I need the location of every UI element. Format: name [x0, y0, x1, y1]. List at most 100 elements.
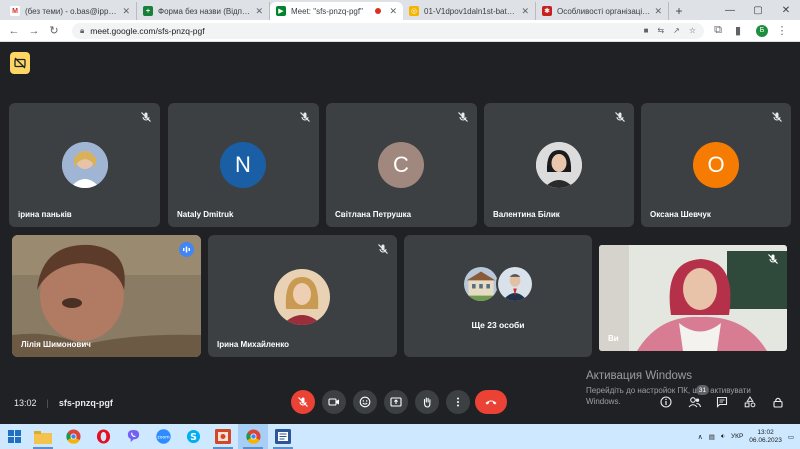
- close-tab-icon[interactable]: ✕: [255, 6, 263, 17]
- gmail-icon: M: [10, 6, 20, 16]
- windows-logo-icon: [7, 430, 21, 443]
- more-vert-icon: [457, 397, 459, 407]
- taskbar-skype[interactable]: S: [178, 424, 208, 449]
- taskbar-chrome[interactable]: [58, 424, 88, 449]
- taskbar-opera[interactable]: [88, 424, 118, 449]
- forward-icon[interactable]: →: [26, 25, 42, 37]
- network-icon[interactable]: ▤: [709, 433, 715, 441]
- translate-icon[interactable]: ⇆: [657, 26, 664, 35]
- tab-form[interactable]: + Форма без назви (Відповіді) ✕: [137, 2, 270, 20]
- show-hidden-icons-icon[interactable]: ∧: [698, 433, 703, 441]
- leave-call-button[interactable]: [475, 390, 507, 414]
- self-view-tile[interactable]: Ви: [599, 245, 787, 351]
- windows-taskbar: zoom S ∧ ▤ 🔉︎ УКР 13:02 06.06.2023 ▭: [0, 424, 800, 449]
- people-button[interactable]: [686, 394, 702, 410]
- menu-kebab-icon[interactable]: ⋮: [774, 24, 790, 37]
- participant-tile[interactable]: С Світлана Петрушка: [326, 103, 477, 227]
- more-participants-tile[interactable]: Ще 23 особи: [404, 235, 592, 357]
- notifications-icon[interactable]: ▭: [788, 433, 794, 441]
- minimize-icon[interactable]: —: [716, 0, 744, 20]
- camera-toggle-button[interactable]: [322, 390, 346, 414]
- recording-indicator-icon: [375, 8, 382, 14]
- tab-site[interactable]: ✱ Особливості організації роботи ✕: [536, 2, 669, 20]
- participant-tile-speaking[interactable]: Лілія Шимонович: [12, 235, 201, 357]
- side-panel-icon[interactable]: ▮: [730, 24, 746, 37]
- lock-icon[interactable]: 🔒︎: [80, 26, 84, 36]
- participant-tile[interactable]: ірина паньків: [9, 103, 160, 227]
- new-tab-button[interactable]: +: [669, 2, 689, 20]
- close-tab-icon[interactable]: ✕: [654, 6, 662, 17]
- skype-icon: S: [186, 429, 200, 444]
- host-controls-button[interactable]: [770, 394, 786, 410]
- close-window-icon[interactable]: ✕: [772, 0, 800, 20]
- window-controls: — ▢ ✕: [716, 0, 800, 20]
- word-icon: [275, 429, 291, 444]
- address-bar[interactable]: 🔒︎ meet.google.com/sfs-pnzq-pgf ■ ⇆ ↗ ☆: [72, 22, 704, 39]
- participant-tile[interactable]: О Оксана Шевчук: [641, 103, 791, 227]
- taskbar-word[interactable]: [268, 424, 298, 449]
- participant-tile[interactable]: Валентина Білик: [484, 103, 634, 227]
- bookmark-star-icon[interactable]: ☆: [689, 26, 696, 35]
- meeting-code[interactable]: sfs-pnzq-pgf: [59, 398, 113, 408]
- mic-off-icon: [300, 112, 310, 122]
- browser-toolbar: ← → ↻ 🔒︎ meet.google.com/sfs-pnzq-pgf ■ …: [0, 20, 800, 42]
- folder-icon: [34, 430, 52, 444]
- hand-icon: [423, 397, 431, 408]
- profile-avatar[interactable]: Б: [756, 24, 768, 37]
- back-icon[interactable]: ←: [6, 25, 22, 37]
- taskbar-clock[interactable]: 13:02 06.06.2023: [749, 429, 782, 445]
- site-icon: ✱: [542, 6, 552, 16]
- tab-title: Форма без назви (Відповіді): [158, 6, 253, 16]
- camera-in-use-icon[interactable]: ■: [644, 26, 649, 35]
- close-tab-icon[interactable]: ✕: [521, 6, 529, 17]
- taskbar-zoom[interactable]: zoom: [148, 424, 178, 449]
- presentation-off-icon[interactable]: [10, 52, 30, 74]
- more-options-button[interactable]: [446, 390, 470, 414]
- language-indicator[interactable]: УКР: [731, 433, 743, 440]
- mic-off-icon: [298, 397, 308, 407]
- close-tab-icon[interactable]: ✕: [122, 6, 130, 17]
- powerpoint-icon: [215, 429, 231, 444]
- participant-tile[interactable]: N Nataly Dmitruk: [168, 103, 319, 227]
- participant-name: Валентина Білик: [493, 210, 560, 219]
- mic-off-icon: [458, 112, 468, 122]
- meeting-details: 13:02 | sfs-pnzq-pgf: [14, 398, 113, 408]
- volume-icon[interactable]: 🔉︎: [721, 433, 725, 441]
- zoom-icon: zoom: [155, 429, 171, 444]
- avatar: [536, 142, 582, 188]
- tab-gmail[interactable]: M (без теми) - o.bas@ippo.edu.ua ✕: [4, 2, 137, 20]
- meeting-time: 13:02: [14, 398, 37, 408]
- chat-icon: [716, 396, 728, 408]
- meeting-info-button[interactable]: [658, 394, 674, 410]
- emoji-icon: [359, 396, 371, 408]
- chat-button[interactable]: [714, 394, 730, 410]
- activities-button[interactable]: [742, 394, 758, 410]
- mic-toggle-button[interactable]: [291, 390, 315, 414]
- present-screen-button[interactable]: [384, 390, 408, 414]
- tab-title: Meet: "sfs-pnzq-pgf": [291, 6, 363, 16]
- tab-title: Особливості організації роботи: [557, 6, 652, 16]
- svg-text:zoom: zoom: [157, 436, 169, 441]
- participant-name: Ірина Михайленко: [217, 340, 289, 349]
- url-text: meet.google.com/sfs-pnzq-pgf: [90, 25, 205, 36]
- tab-pdf[interactable]: ◎ 01-V1dpov1daln1st-batk1v.pdf ✕: [403, 2, 536, 20]
- share-icon[interactable]: ↗: [673, 26, 680, 35]
- participant-tile[interactable]: Ірина Михайленко: [208, 235, 397, 357]
- reload-icon[interactable]: ↻: [46, 24, 62, 37]
- extensions-icon[interactable]: ⧉: [710, 24, 726, 37]
- taskbar-file-explorer[interactable]: [28, 424, 58, 449]
- tab-meet[interactable]: ▶ Meet: "sfs-pnzq-pgf" ✕: [270, 2, 403, 20]
- mic-off-icon: [141, 112, 151, 122]
- reactions-button[interactable]: [353, 390, 377, 414]
- taskbar-powerpoint[interactable]: [208, 424, 238, 449]
- participant-name: Nataly Dmitruk: [177, 210, 234, 219]
- close-tab-icon[interactable]: ✕: [389, 6, 397, 17]
- start-button[interactable]: [0, 424, 28, 449]
- taskbar-viber[interactable]: [118, 424, 148, 449]
- drive-icon: ◎: [409, 6, 419, 16]
- system-tray: ∧ ▤ 🔉︎ УКР 13:02 06.06.2023 ▭: [698, 429, 800, 445]
- taskbar-chrome-active[interactable]: [238, 424, 268, 449]
- hang-up-icon: [485, 400, 497, 405]
- raise-hand-button[interactable]: [415, 390, 439, 414]
- maximize-icon[interactable]: ▢: [744, 0, 772, 20]
